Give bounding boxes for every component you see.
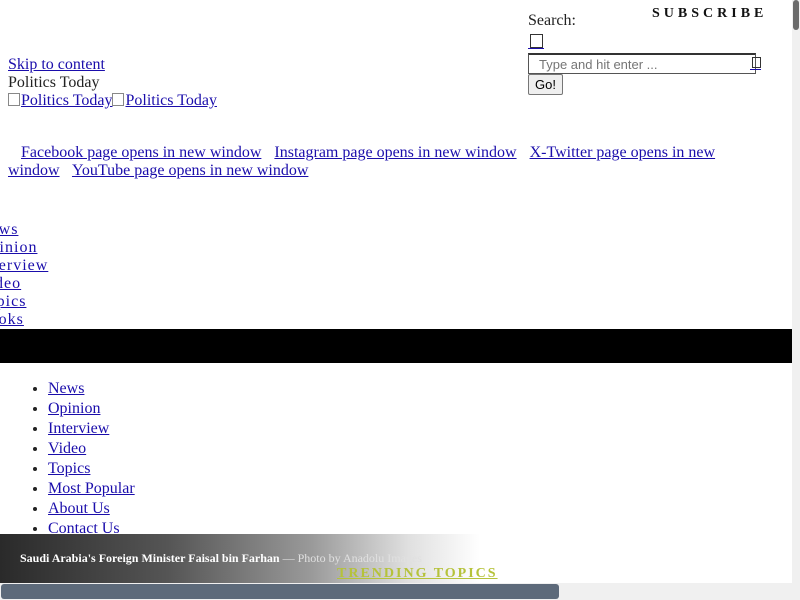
side-nav-item-video[interactable]: Video (0, 275, 48, 293)
social-links: Facebook page opens in new window Instag… (8, 144, 728, 180)
instagram-link[interactable]: Instagram page opens in new window (274, 144, 516, 161)
search-toggle-underline (528, 48, 544, 49)
header-bar (0, 329, 792, 363)
menu-link-video[interactable]: Video (48, 440, 86, 457)
search-area: Search: Go! (528, 12, 761, 95)
subscribe-link[interactable]: SUBSCRIBE (652, 6, 767, 22)
main-menu-item: Topics (48, 459, 135, 479)
main-menu: News Opinion Interview Video Topics Most… (8, 379, 135, 539)
main-menu-item: Interview (48, 419, 135, 439)
menu-link-topics[interactable]: Topics (48, 460, 90, 477)
skip-to-content-link[interactable]: Skip to content (8, 56, 105, 74)
horizontal-scrollbar-thumb[interactable] (1, 584, 559, 599)
go-button[interactable]: Go! (528, 74, 563, 95)
menu-link-opinion[interactable]: Opinion (48, 400, 100, 417)
side-nav-item-topics[interactable]: Topics (0, 293, 48, 311)
menu-link-most-popular[interactable]: Most Popular (48, 480, 135, 497)
menu-link-about-us[interactable]: About Us (48, 500, 110, 517)
main-menu-item: Most Popular (48, 479, 135, 499)
search-label: Search: (528, 12, 576, 29)
search-input[interactable] (528, 53, 756, 74)
horizontal-scrollbar[interactable] (0, 583, 792, 600)
logo-link-alt[interactable]: Politics Today (112, 92, 216, 110)
logo-link[interactable]: Politics Today (8, 92, 112, 110)
main-menu-item: Video (48, 439, 135, 459)
main-menu-item: News (48, 379, 135, 399)
main-menu-item: About Us (48, 499, 135, 519)
search-toggle-icon[interactable] (530, 34, 543, 48)
caption-text: Saudi Arabia's Foreign Minister Faisal b… (20, 551, 422, 566)
search-icon-underline (750, 69, 761, 70)
menu-link-interview[interactable]: Interview (48, 420, 109, 437)
side-nav-item-interview[interactable]: Interview (0, 257, 48, 275)
side-nav: News Opinion Interview Video Topics Book… (0, 221, 48, 329)
side-nav-item-books[interactable]: Books (0, 311, 48, 329)
main-menu-item: Opinion (48, 399, 135, 419)
vertical-scrollbar[interactable] (792, 0, 800, 600)
logo-links: Politics Today Politics Today (8, 92, 217, 110)
caption-credit: — Photo by Anadolu Images (279, 551, 422, 565)
side-nav-item-news[interactable]: News (0, 221, 48, 239)
side-nav-item-opinion[interactable]: Opinion (0, 239, 48, 257)
caption-subject: Saudi Arabia's Foreign Minister Faisal b… (20, 551, 280, 565)
menu-link-news[interactable]: News (48, 380, 84, 397)
trending-topics-link[interactable]: TRENDING TOPICS (337, 566, 498, 582)
search-icon[interactable] (752, 57, 761, 68)
vertical-scrollbar-thumb[interactable] (793, 0, 799, 30)
site-name: Politics Today (8, 74, 100, 91)
facebook-link[interactable]: Facebook page opens in new window (21, 144, 261, 161)
youtube-link[interactable]: YouTube page opens in new window (72, 162, 308, 179)
